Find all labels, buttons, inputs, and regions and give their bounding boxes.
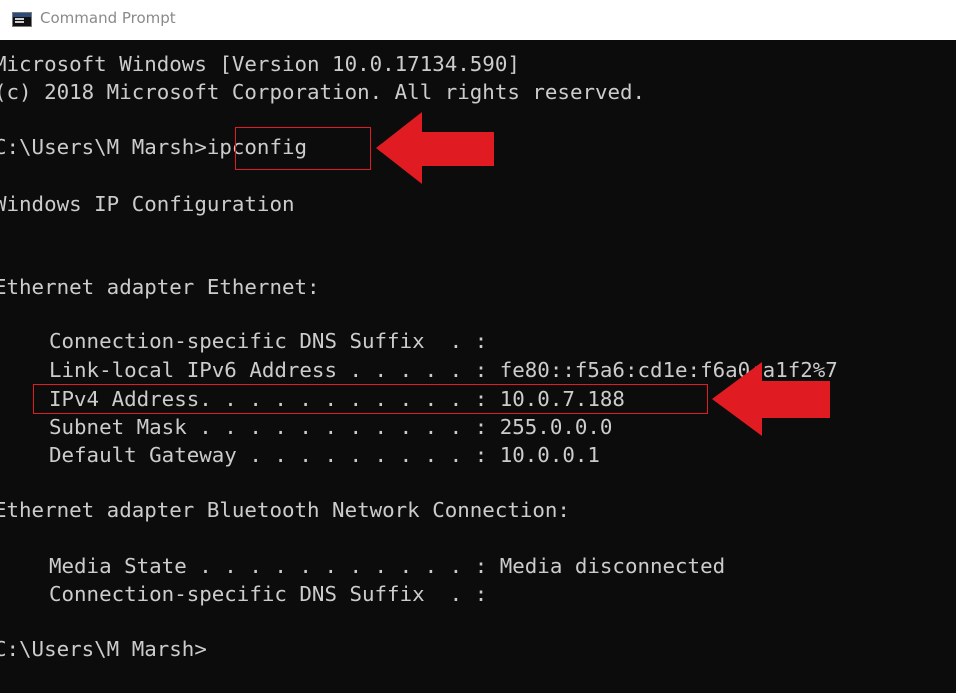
console-line-copyright: (c) 2018 Microsoft Corporation. All righ…: [0, 80, 646, 104]
console-line-media-state: Media State . . . . . . . . . . . : Medi…: [49, 554, 726, 578]
console-line-gateway: Default Gateway . . . . . . . . . : 10.0…: [49, 443, 600, 467]
console-line-prompt: C:\Users\M Marsh>: [0, 637, 207, 661]
arrow-left-icon: [712, 362, 830, 436]
ipv4-highlight-box: [33, 384, 708, 414]
console-line-dns-suffix: Connection-specific DNS Suffix . :: [49, 329, 488, 353]
console-line-version: Microsoft Windows [Version 10.0.17134.59…: [0, 52, 520, 76]
console-line-adapter-bluetooth: Ethernet adapter Bluetooth Network Conne…: [0, 498, 570, 522]
cmd-icon: [12, 12, 32, 27]
command-highlight-box: [235, 127, 371, 170]
console-line-dns-suffix-2: Connection-specific DNS Suffix . :: [49, 582, 488, 606]
arrow-left-icon: [376, 112, 494, 184]
title-bar[interactable]: Command Prompt: [0, 0, 956, 40]
console-output[interactable]: Microsoft Windows [Version 10.0.17134.59…: [0, 40, 956, 693]
console-line-adapter-ethernet: Ethernet adapter Ethernet:: [0, 275, 320, 299]
console-line-config-header: Windows IP Configuration: [0, 192, 295, 216]
window-title: Command Prompt: [40, 9, 176, 27]
console-line-subnet: Subnet Mask . . . . . . . . . . . : 255.…: [49, 415, 613, 439]
